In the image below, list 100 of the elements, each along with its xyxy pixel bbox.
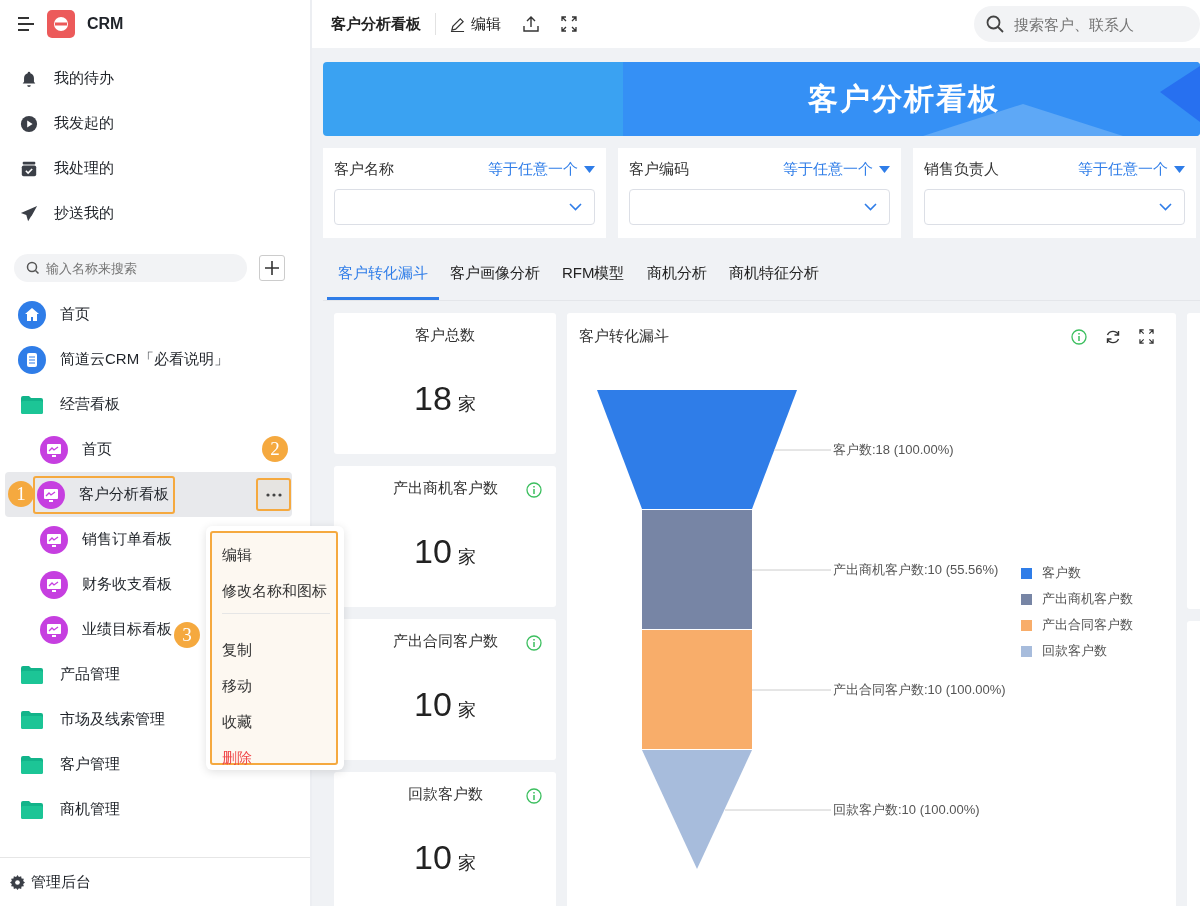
document-icon: [18, 345, 46, 374]
legend-label: 产出合同客户数: [1042, 616, 1133, 634]
banner-title: 客户分析看板: [808, 80, 1000, 117]
funnel-label: 产出合同客户数:10 (100.00%): [833, 682, 1006, 697]
upload-icon[interactable]: [523, 16, 539, 32]
tab[interactable]: 商机分析: [635, 258, 718, 300]
select-field[interactable]: [924, 189, 1185, 225]
folder-icon: [20, 799, 44, 820]
info-icon[interactable]: [526, 635, 542, 651]
legend-label: 产出商机客户数: [1042, 590, 1133, 608]
info-icon[interactable]: [526, 788, 542, 804]
sidebar-item[interactable]: 产品管理: [60, 665, 120, 684]
monitor-chart-icon: [37, 480, 65, 509]
sidebar-item[interactable]: 简道云CRM「必看说明」: [60, 350, 230, 369]
sidebar-item[interactable]: 市场及线索管理: [60, 710, 165, 729]
stat-title: 产出合同客户数: [392, 632, 498, 649]
chevron-icon: [1159, 203, 1172, 211]
chart-title: 客户转化漏斗: [579, 327, 669, 346]
add-button[interactable]: [259, 255, 285, 281]
item-label: 客户分析看板: [79, 485, 169, 504]
menu-item[interactable]: 复制: [222, 632, 336, 668]
sidebar-item[interactable]: 首页: [82, 440, 112, 459]
stat-value: 10: [414, 532, 452, 571]
stat-unit: 家: [457, 699, 476, 722]
plus-icon: [265, 261, 279, 275]
select-field[interactable]: [334, 189, 595, 225]
select-field[interactable]: [629, 189, 890, 225]
logo-icon: [47, 10, 75, 38]
home-icon: [18, 300, 46, 329]
inbox-check-icon: [20, 159, 38, 178]
menu-item[interactable]: 删除: [222, 740, 336, 776]
monitor-chart-icon: [40, 435, 68, 464]
app-name: CRM: [87, 15, 124, 33]
monitor-chart-icon: [40, 525, 68, 554]
callout-number: 1: [8, 481, 34, 507]
filter-label: 销售负责人: [924, 160, 999, 179]
sidebar-item[interactable]: 抄送我的: [54, 204, 114, 223]
filter-label: 客户编码: [629, 160, 689, 179]
menu-item[interactable]: 移动: [222, 668, 336, 704]
stat-unit: 家: [457, 393, 476, 416]
menu-item[interactable]: 修改名称和图标: [222, 573, 336, 609]
menu-item[interactable]: 收藏: [222, 704, 336, 740]
search-field[interactable]: 输入名称来搜索: [14, 254, 247, 282]
gear-icon: [10, 874, 25, 890]
bell-icon: [20, 69, 38, 88]
sidebar-item[interactable]: 销售订单看板: [82, 530, 172, 549]
tab[interactable]: 客户画像分析: [439, 258, 551, 300]
stat-title: 客户总数: [415, 326, 475, 343]
stat-title: 产出商机客户数: [392, 479, 498, 496]
operator-dropdown[interactable]: 等于任意一个: [1078, 160, 1185, 179]
page-title: 客户分析看板: [331, 14, 421, 34]
sidebar-item[interactable]: 我处理的: [54, 159, 114, 178]
caret-icon: [1174, 166, 1185, 173]
more-icon: [265, 492, 282, 497]
tab[interactable]: 商机特征分析: [717, 258, 830, 300]
sidebar-item[interactable]: 经营看板: [60, 395, 120, 414]
operator-dropdown[interactable]: 等于任意一个: [783, 160, 890, 179]
stat-unit: 家: [457, 546, 476, 569]
info-icon[interactable]: [1071, 328, 1087, 345]
sidebar-item[interactable]: 财务收支看板: [82, 575, 172, 594]
info-icon[interactable]: [526, 482, 542, 498]
stat-value: 18: [414, 379, 452, 418]
menu-icon[interactable]: [17, 17, 35, 31]
funnel-label: 客户数:18 (100.00%): [833, 442, 954, 457]
stat-unit: 家: [457, 852, 476, 875]
funnel-label: 产出商机客户数:10 (55.56%): [833, 562, 999, 577]
tab[interactable]: 客户转化漏斗: [327, 258, 439, 300]
caret-icon: [879, 166, 890, 173]
sidebar-item[interactable]: 商机管理: [60, 800, 120, 819]
sidebar-item[interactable]: 业绩目标看板: [82, 620, 172, 639]
folder-icon: [20, 394, 44, 415]
stat-title: 回款客户数: [407, 785, 483, 802]
play-icon: [20, 114, 38, 133]
chevron-icon: [864, 203, 877, 211]
search-field[interactable]: 搜索客户、联系人: [974, 6, 1200, 42]
tab[interactable]: RFM模型: [551, 258, 636, 300]
fullscreen-icon[interactable]: [1139, 329, 1154, 344]
menu-item[interactable]: 编辑: [222, 537, 336, 573]
sidebar-item[interactable]: 我发起的: [54, 114, 114, 133]
sidebar-item[interactable]: 我的待办: [54, 69, 114, 88]
filter-label: 客户名称: [334, 160, 394, 179]
stat-value: 10: [414, 685, 452, 724]
legend-label: 客户数: [1042, 564, 1081, 582]
folder-icon: [20, 664, 44, 685]
folder-icon: [20, 709, 44, 730]
pencil-icon: [450, 16, 465, 32]
admin-link[interactable]: 管理后台: [0, 857, 310, 906]
more-button[interactable]: [256, 478, 291, 511]
sidebar-item[interactable]: 首页: [60, 305, 90, 324]
folder-icon: [20, 754, 44, 775]
sidebar-item[interactable]: 客户管理: [60, 755, 120, 774]
monitor-chart-icon: [40, 615, 68, 644]
paper-plane-icon: [20, 204, 38, 223]
caret-icon: [584, 166, 595, 173]
legend-label: 回款客户数: [1042, 642, 1107, 660]
operator-dropdown[interactable]: 等于任意一个: [488, 160, 595, 179]
edit-button[interactable]: 编辑: [450, 14, 501, 34]
funnel-label: 回款客户数:10 (100.00%): [833, 802, 980, 817]
fullscreen-icon[interactable]: [561, 16, 577, 32]
refresh-icon[interactable]: [1105, 328, 1121, 345]
